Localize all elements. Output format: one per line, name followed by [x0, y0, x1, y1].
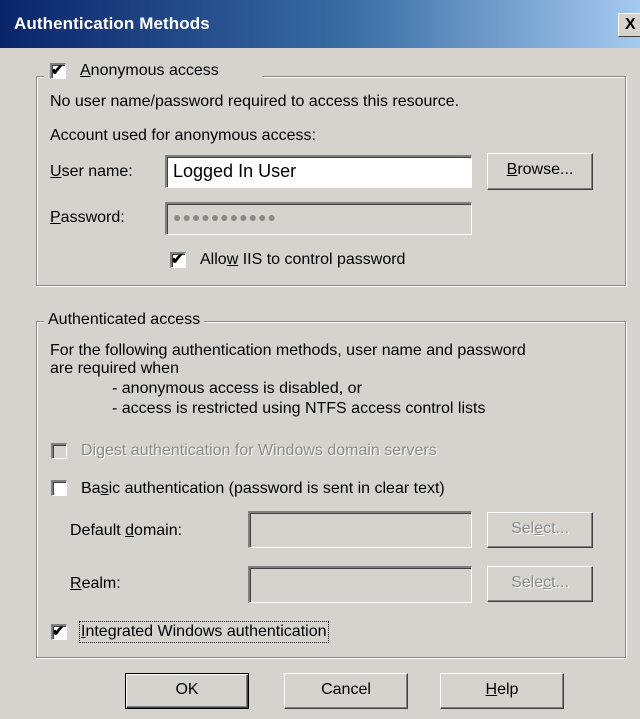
- close-button[interactable]: X: [618, 13, 640, 37]
- default-domain-label: Default domain:: [70, 522, 183, 539]
- anonymous-description: No user name/password required to access…: [50, 93, 460, 110]
- checkmark-icon: ✔: [171, 251, 184, 268]
- realm-select-button[interactable]: Select...: [487, 566, 593, 602]
- realm-label: Realm:: [70, 575, 121, 592]
- checkmark-icon: ✔: [52, 623, 65, 640]
- default-domain-input[interactable]: [248, 511, 472, 548]
- digest-checkbox[interactable]: [51, 443, 67, 459]
- integrated-windows-checkbox[interactable]: ✔: [51, 623, 67, 640]
- allow-iis-checkbox[interactable]: ✔: [170, 251, 186, 268]
- password-mask: ●●●●●●●●●●●: [173, 209, 278, 225]
- anonymous-access-checkbox[interactable]: ✔: [50, 62, 66, 79]
- cancel-label: Cancel: [321, 681, 371, 698]
- close-icon: X: [625, 16, 636, 33]
- ok-button[interactable]: OK: [125, 673, 249, 709]
- condition-ntfs-restricted: - access is restricted using NTFS access…: [112, 400, 486, 417]
- username-input[interactable]: Logged In User: [165, 155, 472, 188]
- condition-anonymous-disabled: - anonymous access is disabled, or: [112, 380, 362, 397]
- browse-button[interactable]: Browse...: [487, 153, 593, 190]
- authenticated-description-line1: For the following authentication methods…: [50, 342, 526, 359]
- anonymous-access-legend[interactable]: ✔ Anonymous access: [44, 62, 262, 82]
- anonymous-access-label: Anonymous access: [80, 62, 219, 79]
- select-label: Select...: [511, 520, 569, 537]
- password-input[interactable]: ●●●●●●●●●●●: [165, 202, 472, 235]
- help-label: Help: [485, 681, 519, 698]
- checkmark-icon: ✔: [51, 62, 64, 79]
- browse-label: Browse...: [506, 161, 574, 178]
- window-title: Authentication Methods: [14, 14, 210, 33]
- basic-auth-checkbox[interactable]: [51, 480, 67, 496]
- username-value: Logged In User: [173, 161, 297, 181]
- account-caption: Account used for anonymous access:: [50, 127, 316, 144]
- authenticated-access-legend: Authenticated access: [44, 311, 205, 329]
- cancel-button[interactable]: Cancel: [284, 673, 408, 709]
- integrated-windows-label[interactable]: Integrated Windows authentication: [79, 621, 329, 643]
- password-label: Password:: [50, 209, 125, 226]
- digest-label: Digest authentication for Windows domain…: [81, 442, 437, 459]
- title-bar: Authentication Methods X: [0, 0, 640, 48]
- authentication-methods-dialog: Authentication Methods X ✔ Anonymous acc…: [0, 0, 640, 719]
- realm-input[interactable]: [248, 566, 472, 603]
- help-button[interactable]: Help: [440, 673, 564, 709]
- ok-label: OK: [175, 681, 199, 698]
- select-label: Select...: [511, 574, 569, 591]
- allow-iis-label[interactable]: Allow IIS to control password: [200, 251, 405, 269]
- username-label: User name:: [50, 163, 133, 180]
- authenticated-description-line2: are required when: [50, 360, 179, 377]
- default-domain-select-button[interactable]: Select...: [487, 512, 593, 548]
- basic-auth-label[interactable]: Basic authentication (password is sent i…: [81, 480, 445, 498]
